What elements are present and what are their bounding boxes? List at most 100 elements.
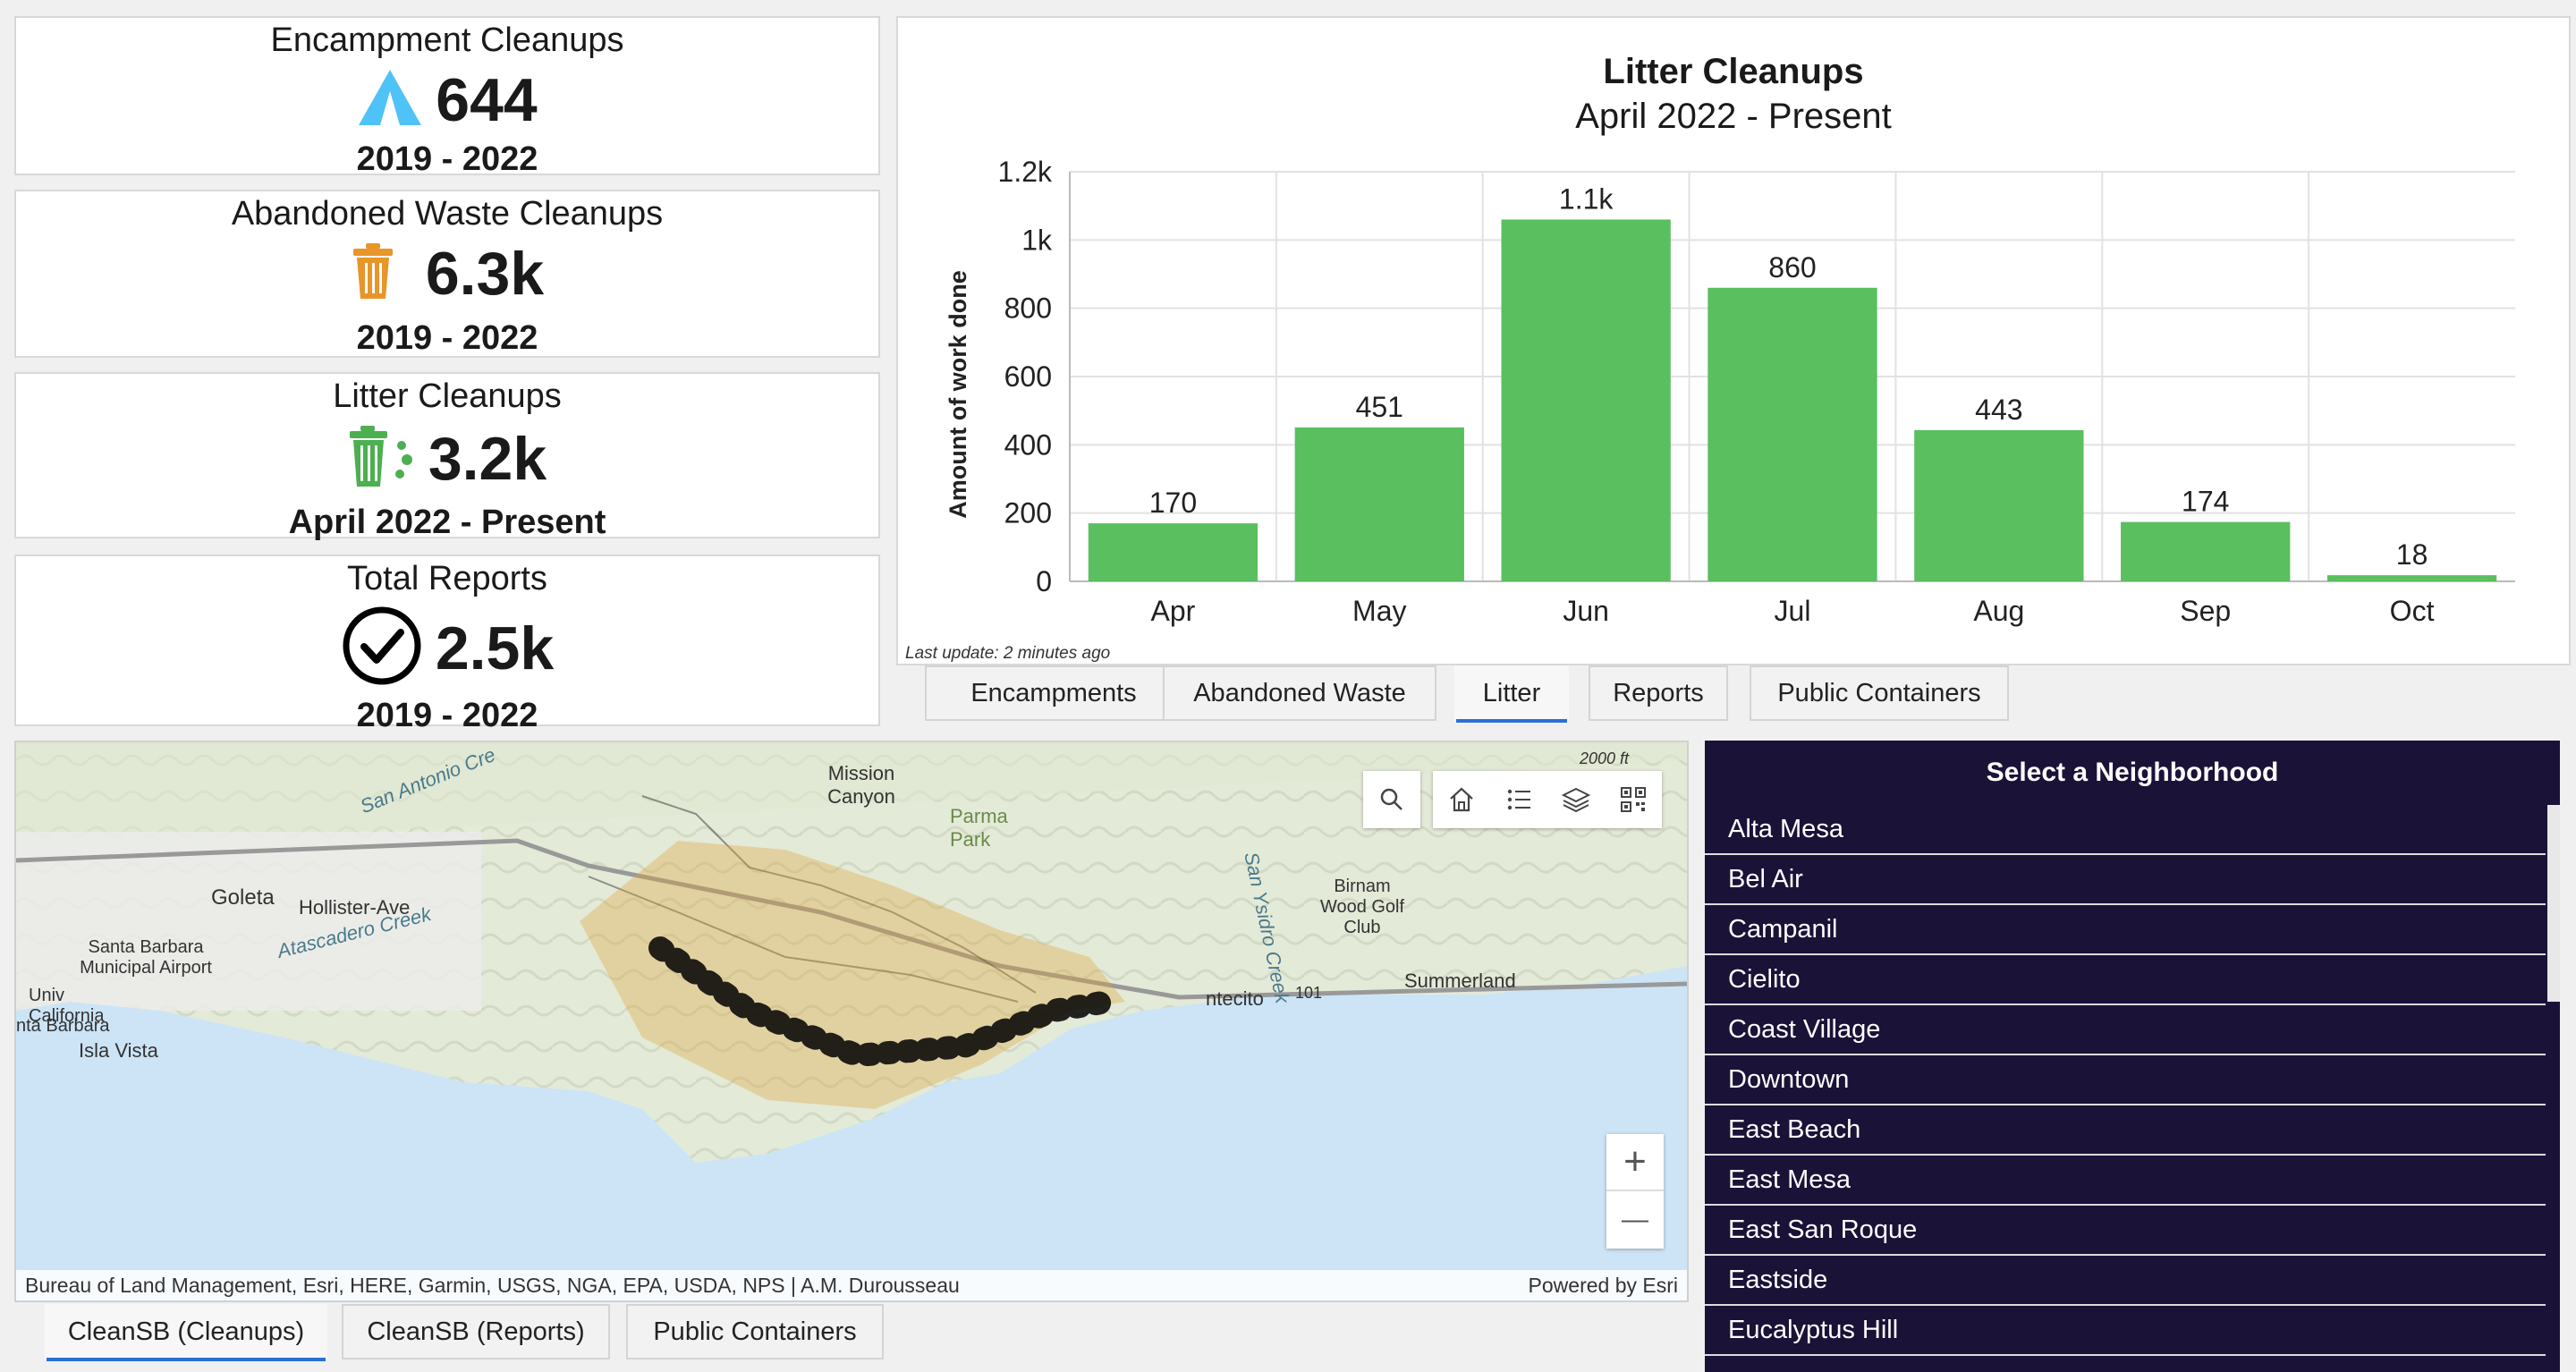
- map-label-goleta: Goleta: [211, 885, 275, 910]
- map-label-parma-park: Parma Park: [950, 805, 1008, 851]
- y-tick-label: 800: [1004, 292, 1052, 325]
- neighborhood-item[interactable]: East Beach: [1705, 1105, 2546, 1156]
- neighborhood-item[interactable]: Alta Mesa: [1705, 805, 2546, 855]
- map-label-santa-barbara: nta Barbara: [16, 1016, 110, 1036]
- last-update: Last update: 2 minutes ago: [905, 644, 1111, 663]
- map-search-toolbar: [1363, 771, 1420, 828]
- neighborhood-list: Alta Mesa Bel Air Campanil Cielito Coast Vil…: [1705, 805, 2560, 1356]
- neighborhood-item[interactable]: Downtown: [1705, 1055, 2546, 1105]
- map-label-elevation: 2000 ft: [1580, 750, 1630, 767]
- x-tick-label: May: [1352, 595, 1406, 627]
- bar-chart: 0 200 400 600 800 1k 1.2k 170 Apr 451 May 1.1k Jun 86…: [945, 156, 2515, 627]
- neighborhood-item[interactable]: Bel Air: [1705, 855, 2546, 905]
- neighborhood-item[interactable]: Cielito: [1705, 955, 2546, 1005]
- neighborhood-item[interactable]: Eastside: [1705, 1256, 2546, 1306]
- trash-can-icon: [351, 241, 395, 305]
- bar-may: [1294, 427, 1464, 581]
- zoom-in-button[interactable]: +: [1606, 1134, 1664, 1191]
- data-label: 443: [1975, 394, 2022, 426]
- legend-list-icon[interactable]: [1490, 771, 1547, 828]
- data-label: 174: [2182, 486, 2229, 518]
- map-label-route: 101: [1295, 984, 1323, 1002]
- neighborhood-item[interactable]: Coast Village: [1705, 1005, 2546, 1055]
- search-icon[interactable]: [1363, 771, 1420, 828]
- map-label-summerland: Summerland: [1404, 970, 1516, 992]
- map-tools-toolbar: [1433, 771, 1662, 828]
- y-tick-label: 200: [1004, 497, 1052, 529]
- chart-tab-abandoned-waste[interactable]: Abandoned Waste: [1163, 665, 1436, 721]
- x-tick-label: Aug: [1973, 595, 2024, 627]
- check-circle-icon: [341, 605, 423, 691]
- map-label-airport: Santa Barbara Municipal Airport: [80, 937, 212, 978]
- x-tick-label: Apr: [1151, 595, 1196, 627]
- card-value: 6.3k: [425, 239, 545, 308]
- y-tick-label: 600: [1004, 360, 1052, 393]
- card-period: April 2022 - Present: [288, 504, 606, 541]
- y-tick-label: 1.2k: [998, 156, 1053, 188]
- y-tick-label: 400: [1004, 428, 1052, 461]
- bar-aug: [1914, 429, 2084, 581]
- data-label: 18: [2396, 538, 2428, 571]
- y-tick-label: 1k: [1021, 224, 1053, 256]
- encampment-card: Encampment Cleanups 644 2019 - 2022: [14, 16, 880, 178]
- bar-oct: [2326, 575, 2497, 581]
- card-period: 2019 - 2022: [356, 140, 538, 178]
- y-axis-title: Amount of work done: [945, 270, 971, 518]
- neighborhood-title: Select a Neighborhood: [1986, 758, 2279, 787]
- home-icon[interactable]: [1433, 771, 1490, 828]
- card-title: Litter Cleanups: [333, 377, 562, 415]
- data-label: 170: [1149, 487, 1197, 519]
- map-attribution-bar: Bureau of Land Management, Esri, HERE, G…: [16, 1270, 1687, 1300]
- map[interactable]: Goleta Hollister-Ave Santa Barbara Munic…: [14, 741, 1689, 1302]
- x-tick-label: Sep: [2180, 595, 2231, 627]
- powered-by-esri[interactable]: Powered by Esri: [1529, 1274, 1678, 1298]
- bar-jul: [1707, 287, 1877, 581]
- card-value: 644: [436, 65, 538, 134]
- map-label-montecito: ntecito: [1206, 987, 1264, 1010]
- card-title: Encampment Cleanups: [270, 21, 624, 59]
- chart-tab-public-containers[interactable]: Public Containers: [1750, 665, 2009, 721]
- bar-sep: [2121, 521, 2291, 581]
- map-label-isla-vista: Isla Vista: [79, 1039, 158, 1062]
- neighborhood-item[interactable]: East San Roque: [1705, 1206, 2546, 1256]
- data-label: 1.1k: [1559, 182, 1614, 215]
- x-tick-label: Oct: [2390, 595, 2435, 627]
- neighborhood-item[interactable]: Eucalyptus Hill: [1705, 1306, 2546, 1356]
- zoom-controls: + —: [1606, 1134, 1664, 1249]
- neighborhood-scrollbar[interactable]: [2547, 805, 2560, 1002]
- map-label-mission-canyon: Mission Canyon: [827, 762, 895, 808]
- card-period: 2019 - 2022: [356, 697, 538, 734]
- zoom-out-button[interactable]: —: [1606, 1191, 1664, 1249]
- data-label: 860: [1768, 251, 1816, 284]
- chart-tab-encampments[interactable]: Encampments: [925, 665, 1182, 721]
- bar-jun: [1501, 219, 1671, 581]
- litter-card: Litter Cleanups 3.2k April 2022 - Presen…: [14, 372, 880, 541]
- card-value: 2.5k: [435, 614, 555, 682]
- map-label-birnam: Birnam Wood Golf Club: [1319, 877, 1405, 937]
- total-reports-card: Total Reports 2.5k 2019 - 2022: [14, 555, 880, 733]
- neighborhood-item[interactable]: East Mesa: [1705, 1156, 2546, 1206]
- map-attribution: Bureau of Land Management, Esri, HERE, G…: [25, 1273, 960, 1297]
- layers-icon[interactable]: [1547, 771, 1605, 828]
- x-tick-label: Jul: [1775, 595, 1811, 627]
- card-period: 2019 - 2022: [356, 319, 538, 357]
- tent-icon: [357, 68, 423, 131]
- data-label: 451: [1356, 391, 1403, 423]
- chart-tab-reports[interactable]: Reports: [1589, 665, 1728, 721]
- card-title: Total Reports: [347, 560, 547, 597]
- neighborhood-panel: Select a Neighborhood Alta Mesa Bel Air Ca…: [1705, 741, 2560, 1372]
- bar-apr: [1088, 523, 1258, 581]
- chart-tab-litter[interactable]: Litter: [1454, 665, 1569, 723]
- litter-bin-icon: [348, 424, 416, 493]
- litter-chart-panel: Litter Cleanups April 2022 - Present 0 20…: [896, 16, 2571, 665]
- page-tab-3[interactable]: Public Containers: [626, 1304, 884, 1359]
- page-tab-1[interactable]: CleanSB (Cleanups): [45, 1304, 327, 1361]
- page-tab-2[interactable]: CleanSB (Reports): [342, 1304, 610, 1359]
- card-value: 3.2k: [428, 424, 547, 493]
- y-tick-label: 0: [1036, 565, 1052, 597]
- qr-code-icon[interactable]: [1605, 771, 1662, 828]
- neighborhood-item[interactable]: Campanil: [1705, 905, 2546, 955]
- card-title: Abandoned Waste Cleanups: [231, 195, 664, 233]
- abandoned-waste-card: Abandoned Waste Cleanups 6.3k 2019 - 202…: [14, 190, 880, 358]
- x-tick-label: Jun: [1563, 595, 1609, 627]
